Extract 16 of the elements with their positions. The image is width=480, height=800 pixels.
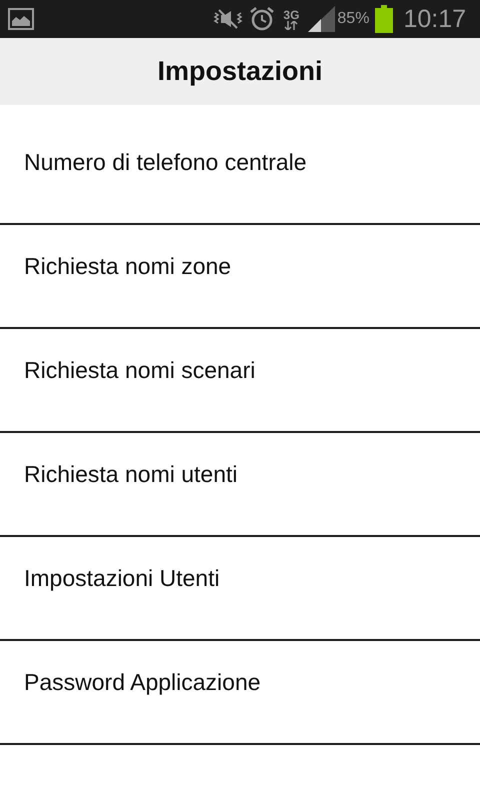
clock: 10:17	[403, 4, 466, 34]
settings-item[interactable]: Impostazioni Utenti	[0, 537, 480, 641]
alarm-clock-icon	[249, 6, 276, 32]
image-icon	[8, 8, 34, 30]
battery-percentage: 85%	[337, 10, 370, 28]
settings-item[interactable]: Richiesta nomi utenti	[0, 433, 480, 537]
vibrate-mute-icon	[213, 7, 244, 31]
settings-item[interactable]: Richiesta nomi zone	[0, 225, 480, 329]
network-type: 3G	[283, 8, 300, 20]
settings-item[interactable]: Numero di telefono centrale	[0, 121, 480, 225]
screen-title: Impostazioni	[157, 56, 322, 87]
data-arrows-icon	[284, 20, 298, 30]
settings-item[interactable]: Password Applicazione	[0, 641, 480, 745]
battery-icon	[375, 5, 394, 33]
settings-item[interactable]: Richiesta nomi scenari	[0, 329, 480, 433]
signal-icon	[307, 6, 336, 32]
